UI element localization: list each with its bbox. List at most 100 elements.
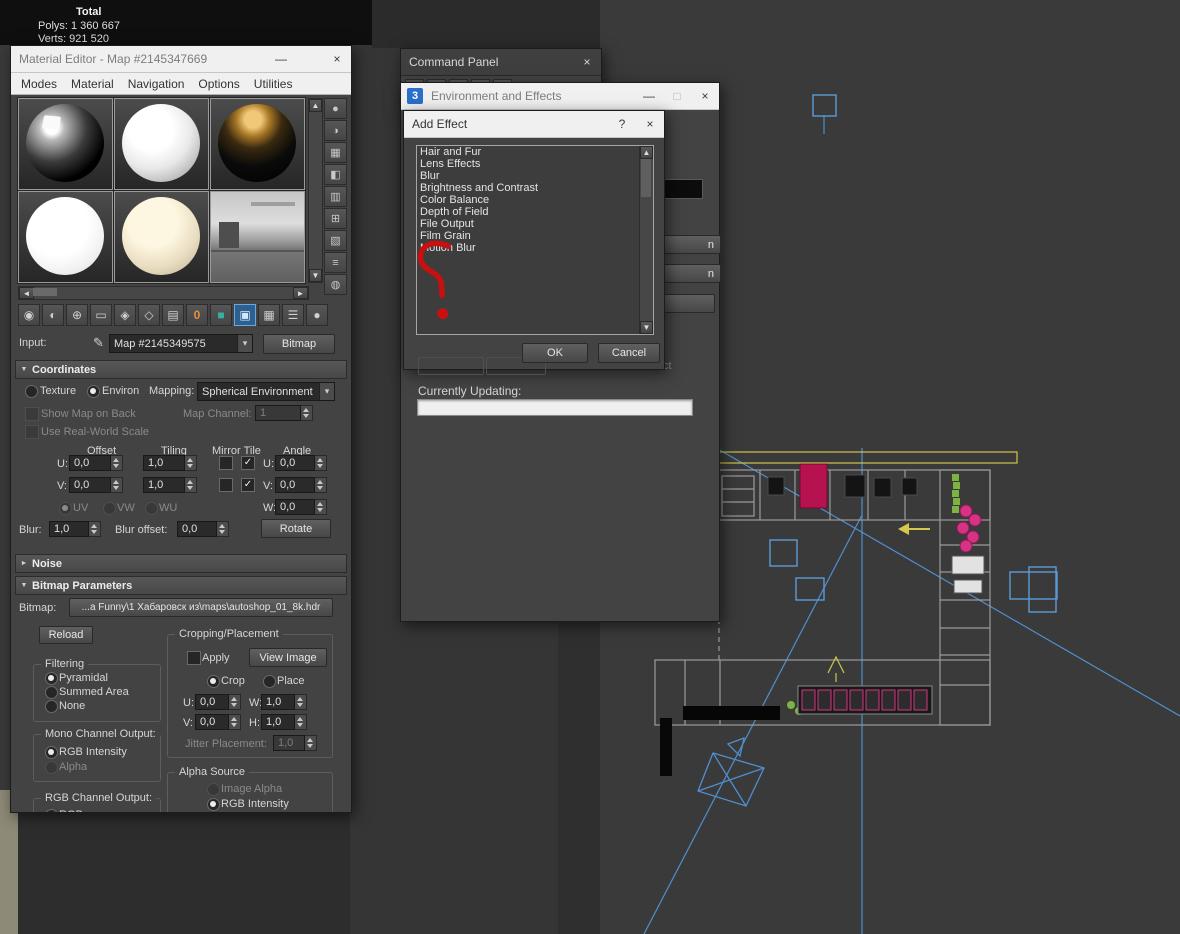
material-sample-slot[interactable] — [18, 191, 113, 283]
mapping-combo[interactable]: Spherical Environment ▾ — [197, 382, 335, 401]
put-to-library-icon[interactable]: ◇ — [138, 304, 160, 326]
minimize-icon[interactable]: — — [635, 83, 663, 109]
material-editor-window[interactable]: Material Editor - Map #2145347669 — × Mo… — [10, 45, 352, 813]
material-sample-slot[interactable] — [210, 98, 305, 190]
environment-titlebar[interactable]: 3 Environment and Effects — □ × — [401, 83, 719, 110]
close-icon[interactable]: × — [636, 111, 664, 137]
menu-utilities[interactable]: Utilities — [247, 75, 300, 93]
blur-spinner[interactable]: 1,0 — [49, 521, 101, 537]
background-color-swatch[interactable] — [659, 179, 703, 199]
show-map-in-viewport-icon[interactable]: ▣ — [234, 304, 256, 326]
bitmap-path-button[interactable]: ...a Funny\1 Хабаровск из\maps\autoshop_… — [69, 598, 333, 617]
material-id-channel-icon[interactable]: 0 — [186, 304, 208, 326]
effect-item[interactable]: Film Grain — [417, 230, 653, 242]
crop-w-spinner[interactable]: 1,0 — [261, 694, 307, 710]
sample-type-icon[interactable]: ● — [324, 98, 347, 119]
cancel-button[interactable]: Cancel — [598, 343, 660, 363]
u-tiling-spinner[interactable]: 1,0 — [143, 455, 197, 471]
v-offset-spinner[interactable]: 0,0 — [69, 477, 123, 493]
go-to-sibling-icon[interactable]: ● — [306, 304, 328, 326]
crop-h-spinner[interactable]: 1,0 — [261, 714, 307, 730]
material-sample-slot[interactable] — [18, 98, 113, 190]
apply-checkbox[interactable] — [187, 651, 201, 665]
effect-item[interactable]: Hair and Fur — [417, 146, 653, 158]
background-icon[interactable]: ▦ — [324, 142, 347, 163]
rotate-button[interactable]: Rotate — [261, 519, 331, 538]
go-to-parent-icon[interactable]: ☰ — [282, 304, 304, 326]
effect-item[interactable]: Depth of Field — [417, 206, 653, 218]
w-angle-spinner[interactable]: 0,0 — [275, 499, 327, 515]
material-editor-titlebar[interactable]: Material Editor - Map #2145347669 — × — [11, 46, 351, 73]
scrollbar-thumb[interactable] — [641, 159, 651, 197]
map-channel-spinner[interactable]: 1 — [255, 405, 313, 421]
effect-item[interactable]: File Output — [417, 218, 653, 230]
assign-material-icon[interactable]: ⊕ — [66, 304, 88, 326]
effects-list[interactable]: Hair and Fur Lens Effects Blur Brightnes… — [416, 145, 654, 335]
map-type-button[interactable]: Bitmap — [263, 334, 335, 354]
reload-button[interactable]: Reload — [39, 626, 93, 644]
scroll-up-icon[interactable]: ▲ — [640, 146, 653, 159]
blur-offset-spinner[interactable]: 0,0 — [177, 521, 229, 537]
map-name-combo[interactable]: Map #2145349575 ▾ — [109, 334, 253, 353]
slot-horizontal-scrollbar[interactable]: ◄ ► — [18, 286, 309, 300]
material-sample-slot[interactable] — [114, 98, 209, 190]
sample-tiling-icon[interactable]: ◧ — [324, 164, 347, 185]
effect-item[interactable]: Blur — [417, 170, 653, 182]
effects-list-scrollbar[interactable]: ▲ ▼ — [639, 146, 653, 334]
v-tiling-spinner[interactable]: 1,0 — [143, 477, 197, 493]
scroll-down-icon[interactable]: ▼ — [640, 321, 653, 334]
alpha-rgb-intensity-radio[interactable] — [207, 798, 220, 811]
image-alpha-radio[interactable] — [207, 783, 220, 796]
select-by-material-icon[interactable]: ≡ — [324, 252, 347, 273]
scroll-right-icon[interactable]: ► — [293, 287, 308, 299]
u-offset-spinner[interactable]: 0,0 — [69, 455, 123, 471]
u-tile-checkbox[interactable]: ✓ — [241, 456, 255, 470]
show-background-icon[interactable]: ■ — [210, 304, 232, 326]
crop-u-spinner[interactable]: 0,0 — [195, 694, 241, 710]
minimize-icon[interactable]: — — [267, 46, 295, 72]
noise-rollout-header[interactable]: ► Noise — [15, 554, 347, 573]
material-sample-slot[interactable] — [210, 191, 305, 283]
v-tile-checkbox[interactable]: ✓ — [241, 478, 255, 492]
bitmap-parameters-rollout-header[interactable]: ▼ Bitmap Parameters — [15, 576, 347, 595]
delete-map-icon[interactable]: ▭ — [90, 304, 112, 326]
chevron-down-icon[interactable]: ▾ — [237, 335, 252, 352]
show-map-on-back-checkbox[interactable] — [25, 407, 39, 421]
uv-radio[interactable] — [59, 502, 72, 515]
chevron-down-icon[interactable]: ▾ — [319, 383, 334, 400]
help-icon[interactable]: ? — [608, 111, 636, 137]
menu-navigation[interactable]: Navigation — [121, 75, 192, 93]
get-material-icon[interactable]: ◉ — [18, 304, 40, 326]
slot-vertical-scrollbar[interactable]: ▲ ▼ — [308, 98, 323, 283]
crop-v-spinner[interactable]: 0,0 — [195, 714, 241, 730]
wu-radio[interactable] — [145, 502, 158, 515]
scrollbar-thumb[interactable] — [33, 288, 57, 296]
v-angle-spinner[interactable]: 0,0 — [275, 477, 327, 493]
pencil-icon[interactable]: ✎ — [93, 335, 104, 351]
scroll-left-icon[interactable]: ◄ — [19, 287, 34, 299]
rgb-intensity-radio[interactable] — [45, 746, 58, 759]
menu-material[interactable]: Material — [64, 75, 121, 93]
scroll-up-icon[interactable]: ▲ — [309, 99, 322, 112]
video-color-check-icon[interactable]: ▥ — [324, 186, 347, 207]
close-icon[interactable]: × — [573, 49, 601, 75]
effect-item[interactable]: Motion Blur — [417, 242, 653, 254]
menu-modes[interactable]: Modes — [14, 75, 64, 93]
ok-button[interactable]: OK — [522, 343, 588, 363]
options-icon[interactable]: ▧ — [324, 230, 347, 251]
material-map-navigator-icon[interactable]: ◍ — [324, 274, 347, 295]
coordinates-rollout-header[interactable]: ▼ Coordinates — [15, 360, 347, 379]
alpha-radio[interactable] — [45, 761, 58, 774]
v-mirror-checkbox[interactable] — [219, 478, 233, 492]
add-effect-titlebar[interactable]: Add Effect ? × — [404, 111, 664, 138]
command-panel-titlebar[interactable]: Command Panel × — [401, 49, 601, 76]
texture-radio[interactable] — [25, 385, 38, 398]
close-icon[interactable]: × — [323, 46, 351, 72]
jitter-placement-spinner[interactable]: 1,0 — [273, 735, 317, 751]
make-preview-icon[interactable]: ⊞ — [324, 208, 347, 229]
effect-item[interactable]: Lens Effects — [417, 158, 653, 170]
scroll-down-icon[interactable]: ▼ — [309, 269, 322, 282]
save-material-icon[interactable]: ▤ — [162, 304, 184, 326]
u-mirror-checkbox[interactable] — [219, 456, 233, 470]
effect-item[interactable]: Color Balance — [417, 194, 653, 206]
